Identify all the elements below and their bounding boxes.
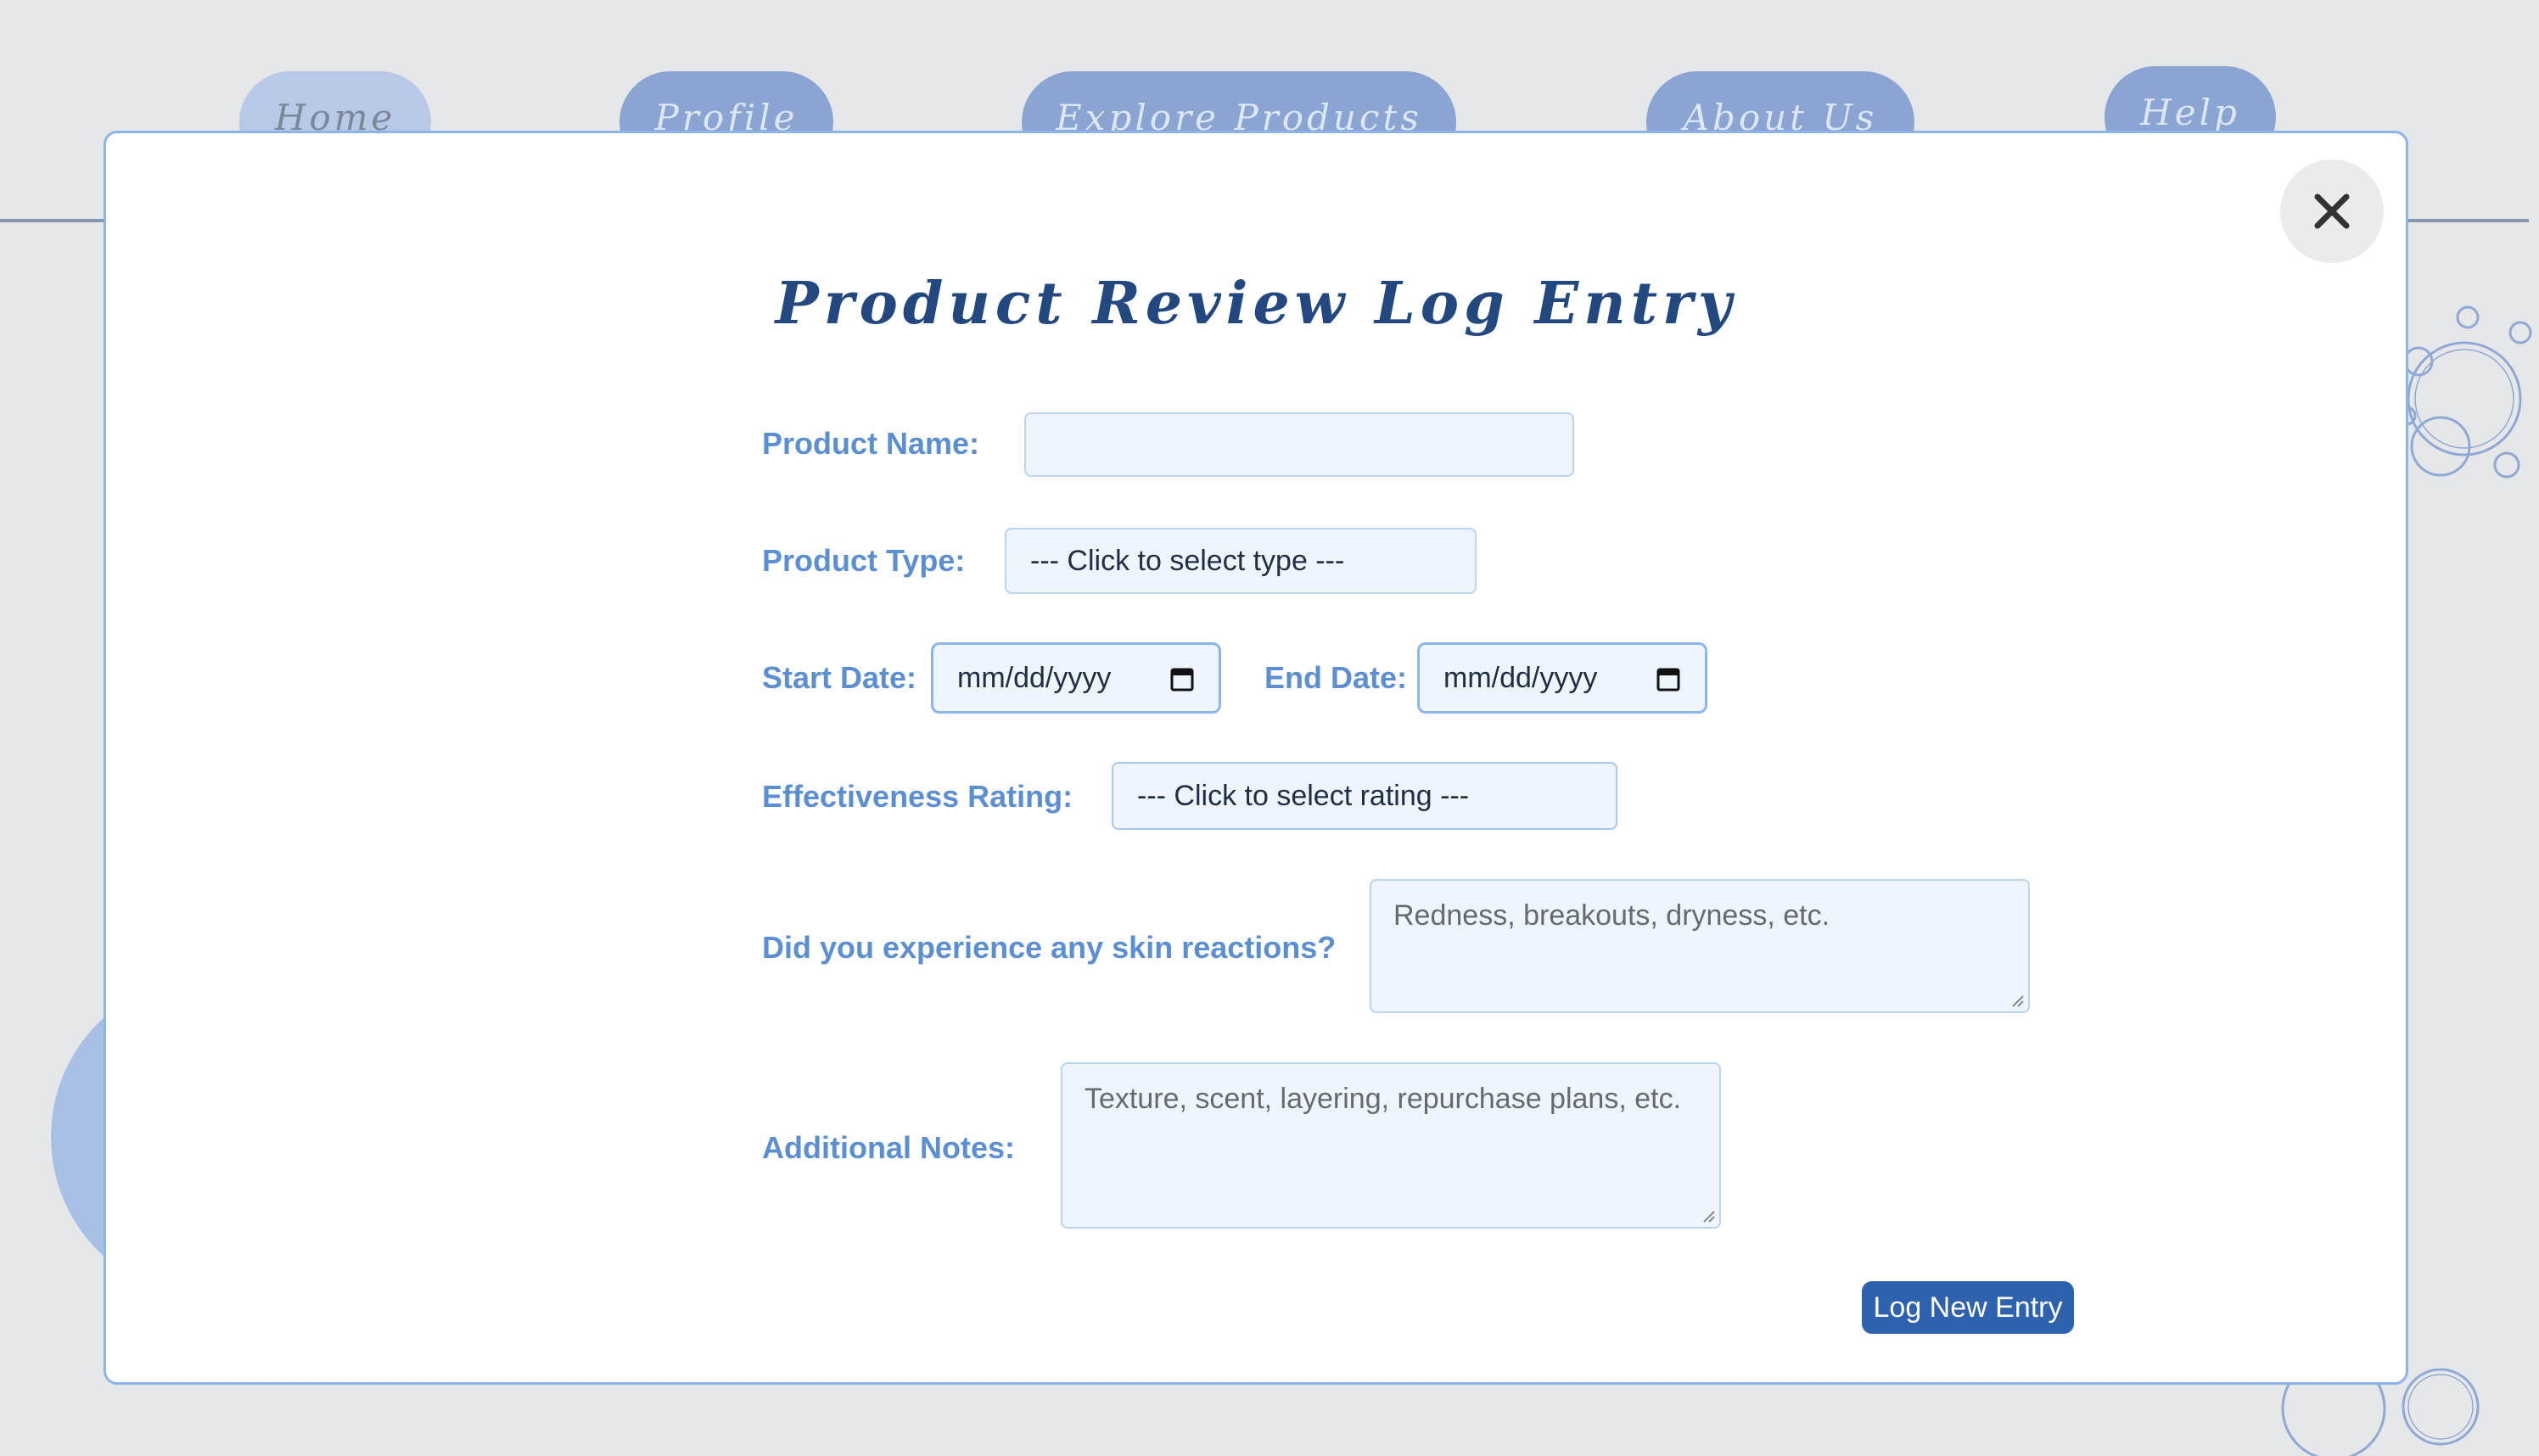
start-date-value: mm/dd/yyyy [957, 661, 1112, 694]
calendar-icon[interactable] [1656, 665, 1681, 692]
modal-title: Product Review Log Entry [775, 270, 1737, 338]
effectiveness-rating-selected: --- Click to select rating --- [1137, 779, 1470, 812]
start-date-label: Start Date: [762, 660, 917, 695]
start-date-input[interactable]: mm/dd/yyyy [931, 642, 1221, 714]
end-date-input[interactable]: mm/dd/yyyy [1417, 642, 1707, 714]
close-button[interactable] [2280, 160, 2384, 263]
resize-grip-icon[interactable] [1701, 1208, 1716, 1224]
product-type-label: Product Type: [762, 543, 966, 578]
effectiveness-rating-select[interactable]: --- Click to select rating --- [1112, 762, 1617, 830]
skin-reactions-placeholder: Redness, breakouts, dryness, etc. [1393, 899, 1830, 932]
product-name-label: Product Name: [762, 426, 980, 461]
product-name-input[interactable] [1024, 412, 1574, 477]
skin-reactions-textarea[interactable]: Redness, breakouts, dryness, etc. [1370, 879, 2030, 1013]
end-date-label: End Date: [1264, 660, 1408, 695]
effectiveness-rating-label: Effectiveness Rating: [762, 779, 1073, 814]
additional-notes-textarea[interactable]: Texture, scent, layering, repurchase pla… [1061, 1062, 1721, 1229]
skin-reactions-label: Did you experience any skin reactions? [762, 930, 1337, 965]
end-date-value: mm/dd/yyyy [1443, 661, 1598, 694]
product-type-select[interactable]: --- Click to select type --- [1005, 528, 1477, 594]
additional-notes-label: Additional Notes: [762, 1130, 1015, 1165]
additional-notes-placeholder: Texture, scent, layering, repurchase pla… [1085, 1083, 1682, 1115]
product-type-selected: --- Click to select type --- [1030, 544, 1345, 577]
calendar-icon[interactable] [1169, 665, 1195, 692]
close-icon [2314, 193, 2350, 229]
log-new-entry-button[interactable]: Log New Entry [1862, 1281, 2074, 1334]
resize-grip-icon[interactable] [2009, 993, 2025, 1008]
